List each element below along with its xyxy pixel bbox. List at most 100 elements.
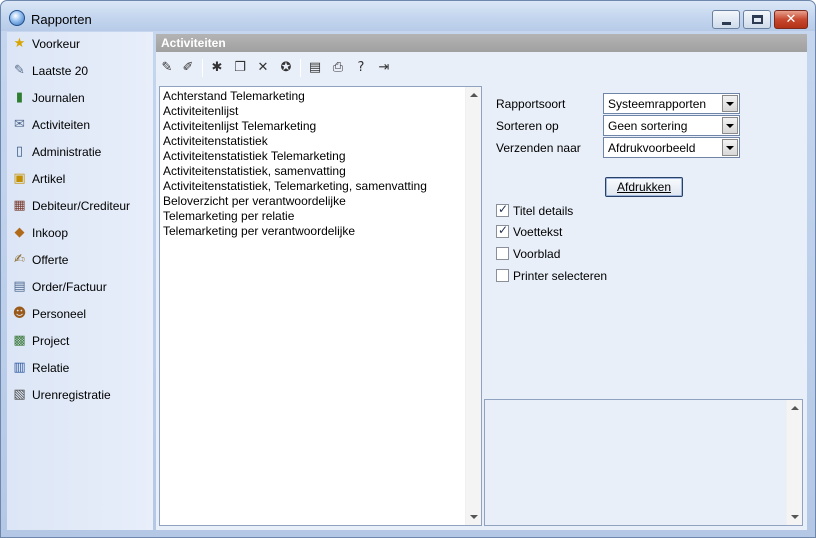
sidebar-item-order-factuur[interactable]: ▤ Order/Factuur	[7, 275, 153, 299]
rapportsoort-label: Rapportsoort	[496, 97, 566, 111]
project-icon: ▩	[13, 333, 26, 348]
toolbar: ✎ ✐ ✱ ❐ ✕ ✪ ▤ ⎙ ? ⇥	[156, 56, 807, 80]
sidebar-item-personeel[interactable]: ☻ Personeel	[7, 302, 153, 326]
description-box[interactable]	[484, 399, 803, 526]
title-bar[interactable]: Rapporten ✕	[1, 1, 815, 31]
sidebar-item-label: Urenregistratie	[32, 388, 111, 402]
verzenden-value: Afdrukvoorbeeld	[608, 141, 696, 155]
sidebar-item-offerte[interactable]: ✍ Offerte	[7, 248, 153, 272]
description-scrollbar[interactable]	[786, 400, 802, 525]
list-item[interactable]: Activiteitenlijst	[163, 104, 238, 119]
verzenden-select[interactable]: Afdrukvoorbeeld	[603, 137, 740, 158]
list-item[interactable]: Achterstand Telemarketing	[163, 89, 305, 104]
checkbox-label: Titel details	[513, 204, 574, 218]
purchase-icon: ◆	[14, 225, 25, 240]
list-item[interactable]: Activiteitenstatistiek Telemarketing	[163, 149, 346, 164]
activities-icon: ✉	[14, 117, 25, 132]
chevron-down-icon	[726, 124, 734, 128]
minimize-icon	[722, 22, 731, 25]
list-item[interactable]: Activiteitenstatistiek	[163, 134, 268, 149]
print-button[interactable]: Afdrukken	[605, 177, 683, 197]
list-item[interactable]: Telemarketing per verantwoordelijke	[163, 224, 355, 239]
print-button-label: Afdrukken	[616, 180, 672, 194]
sidebar-item-inkoop[interactable]: ◆ Inkoop	[7, 221, 153, 245]
sidebar: ★ Voorkeur ✎ Laatste 20 ▮ Journalen ✉ Ac…	[7, 32, 153, 530]
dropdown-button[interactable]	[722, 95, 738, 112]
sidebar-item-label: Debiteur/Crediteur	[32, 199, 131, 213]
sidebar-item-label: Artikel	[32, 172, 66, 186]
rapporten-window: Rapporten ✕ ★ Voorkeur ✎ Laatste 20 ▮ Jo…	[0, 0, 816, 538]
checkbox[interactable]	[496, 202, 509, 217]
exit-icon[interactable]: ⇥	[374, 58, 394, 78]
checkbox[interactable]	[496, 223, 509, 238]
window-title: Rapporten	[31, 12, 92, 27]
checkbox-label: Voettekst	[513, 225, 563, 239]
minimize-button[interactable]	[712, 10, 740, 29]
sidebar-item-label: Voorkeur	[32, 37, 81, 51]
checkbox-label: Voorblad	[513, 247, 561, 261]
section-title: Activiteiten	[156, 34, 807, 52]
rapportsoort-select[interactable]: Systeemrapporten	[603, 93, 740, 114]
edit-icon[interactable]: ✎	[157, 58, 177, 78]
sidebar-item-label: Laatste 20	[32, 64, 89, 78]
sidebar-item-journalen[interactable]: ▮ Journalen	[7, 86, 153, 110]
verzenden-label: Verzenden naar	[496, 141, 581, 155]
article-icon: ▣	[13, 171, 26, 186]
sorteren-select[interactable]: Geen sortering	[603, 115, 740, 136]
list-item[interactable]: Activiteitenstatistiek, samenvatting	[163, 164, 346, 179]
list-item[interactable]: Activiteitenstatistiek, Telemarketing, s…	[163, 179, 427, 194]
properties-icon[interactable]: ▤	[305, 58, 325, 78]
sidebar-item-label: Relatie	[32, 361, 70, 375]
scroll-up-icon[interactable]	[791, 406, 799, 410]
favorite-icon[interactable]: ✪	[276, 58, 296, 78]
delete-icon[interactable]: ✕	[253, 58, 273, 78]
checkbox-label: Printer selecteren	[513, 269, 608, 283]
sidebar-item-artikel[interactable]: ▣ Artikel	[7, 167, 153, 191]
toolbar-separator	[300, 59, 301, 77]
maximize-button[interactable]	[743, 10, 771, 29]
main-panel: Activiteiten ✎ ✐ ✱ ❐ ✕ ✪ ▤ ⎙ ? ⇥ Achters…	[156, 34, 807, 530]
sidebar-item-activiteiten[interactable]: ✉ Activiteiten	[7, 113, 153, 137]
sidebar-item-administratie[interactable]: ▯ Administratie	[7, 140, 153, 164]
journal-icon: ▮	[15, 90, 24, 105]
dropdown-button[interactable]	[722, 117, 738, 134]
checkbox[interactable]	[496, 247, 509, 260]
quote-icon: ✍	[14, 252, 25, 267]
list-item[interactable]: Telemarketing per relatie	[163, 209, 294, 224]
maximize-icon	[752, 15, 763, 24]
sidebar-item-urenregistratie[interactable]: ▧ Urenregistratie	[7, 383, 153, 407]
new-icon[interactable]: ✱	[207, 58, 227, 78]
checkbox[interactable]	[496, 269, 509, 282]
close-button[interactable]: ✕	[774, 10, 808, 29]
print-icon[interactable]: ⎙	[328, 58, 348, 78]
dropdown-button[interactable]	[722, 139, 738, 156]
contact-card-icon: ▥	[13, 360, 26, 375]
app-logo-icon	[9, 10, 25, 26]
sorteren-value: Geen sortering	[608, 119, 688, 133]
sidebar-item-voorkeur[interactable]: ★ Voorkeur	[7, 32, 153, 56]
scroll-up-icon[interactable]	[470, 93, 478, 97]
sidebar-item-debiteur-crediteur[interactable]: ▦ Debiteur/Crediteur	[7, 194, 153, 218]
list-item[interactable]: Beloverzicht per verantwoordelijke	[163, 194, 346, 209]
scroll-down-icon[interactable]	[470, 515, 478, 519]
sidebar-item-project[interactable]: ▩ Project	[7, 329, 153, 353]
help-icon[interactable]: ?	[351, 58, 371, 78]
sidebar-item-label: Activiteiten	[32, 118, 91, 132]
sidebar-item-label: Personeel	[32, 307, 87, 321]
sidebar-item-laatste-20[interactable]: ✎ Laatste 20	[7, 59, 153, 83]
scroll-down-icon[interactable]	[791, 515, 799, 519]
sidebar-item-label: Inkoop	[32, 226, 69, 240]
person-icon: ☻	[12, 306, 27, 321]
list-item[interactable]: Activiteitenlijst Telemarketing	[163, 119, 316, 134]
sidebar-item-label: Journalen	[32, 91, 85, 105]
report-list[interactable]: Achterstand Telemarketing Activiteitenli…	[159, 86, 482, 526]
copy-icon[interactable]: ❐	[230, 58, 250, 78]
star-icon: ★	[13, 36, 26, 51]
sidebar-item-label: Order/Factuur	[32, 280, 107, 294]
sidebar-item-label: Administratie	[32, 145, 102, 159]
report-list-scrollbar[interactable]	[465, 87, 481, 525]
edit-alt-icon[interactable]: ✐	[178, 58, 198, 78]
chevron-down-icon	[726, 102, 734, 106]
sidebar-item-relatie[interactable]: ▥ Relatie	[7, 356, 153, 380]
recent-icon: ✎	[14, 63, 25, 78]
